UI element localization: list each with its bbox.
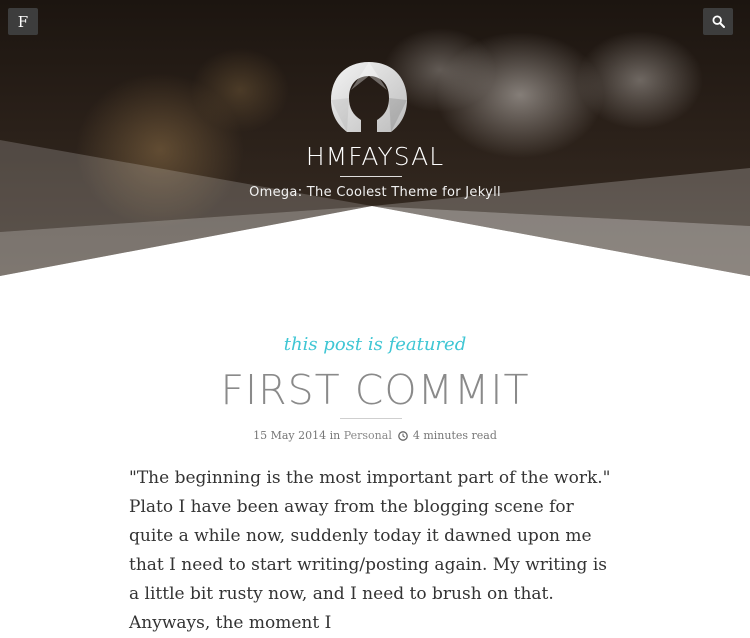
post-date: 15 May 2014 bbox=[253, 429, 327, 442]
featured-label: this post is featured bbox=[283, 334, 467, 355]
search-button[interactable] bbox=[703, 8, 733, 35]
post-title-divider bbox=[340, 418, 402, 419]
menu-button-label: F bbox=[17, 12, 29, 31]
post-read-time: 4 minutes read bbox=[412, 429, 497, 442]
post-meta: 15 May 2014 in Personal 4 minutes read bbox=[0, 429, 750, 442]
post-in-text: in bbox=[329, 429, 341, 442]
site-title[interactable]: HMFAYSAL bbox=[0, 142, 750, 171]
hero-ribbon-shapes bbox=[0, 140, 750, 280]
omega-logo-icon bbox=[331, 62, 407, 132]
site-tagline: Omega: The Coolest Theme for Jekyll bbox=[249, 185, 501, 200]
menu-button[interactable]: F bbox=[8, 8, 38, 35]
hero-header: HMFAYSAL Omega: The Coolest Theme for Je… bbox=[0, 0, 750, 280]
post-body: "The beginning is the most important par… bbox=[129, 468, 611, 633]
search-icon bbox=[711, 15, 725, 28]
post-category-link[interactable]: Personal bbox=[344, 429, 392, 442]
title-divider bbox=[340, 176, 402, 177]
clock-icon bbox=[398, 431, 409, 441]
post-title[interactable]: FIRST COMMIT bbox=[0, 366, 750, 414]
